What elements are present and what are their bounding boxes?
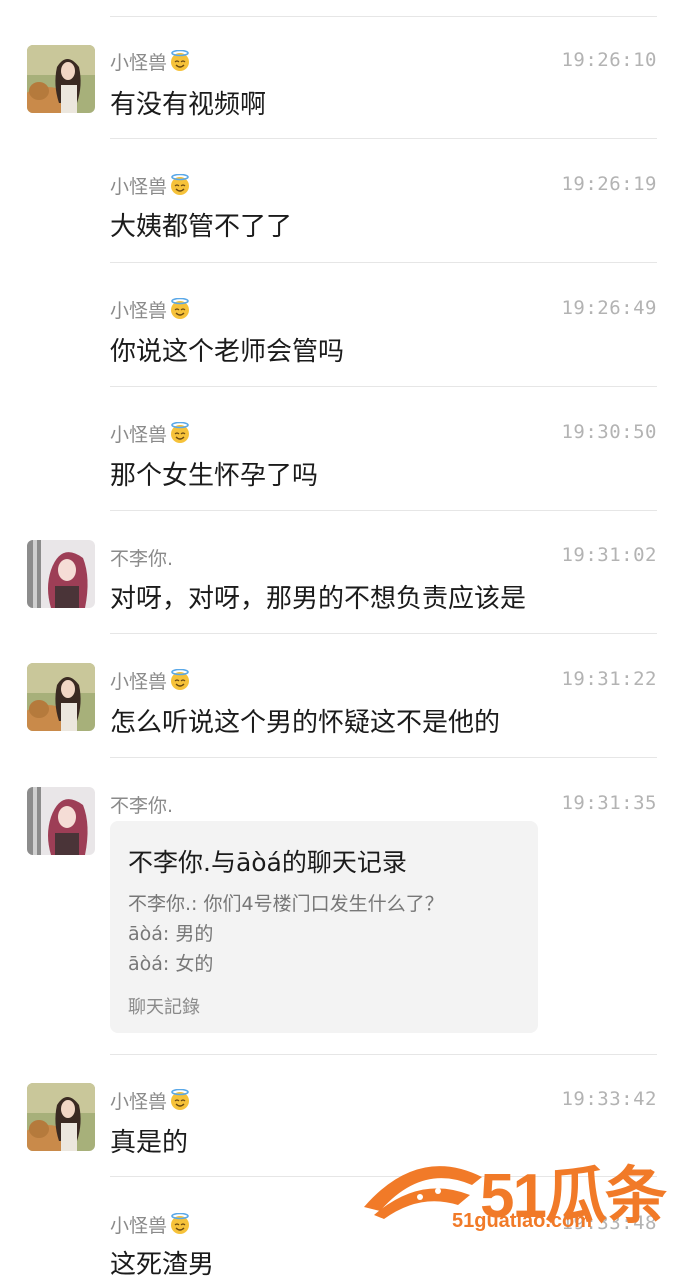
halo-smile-emoji-icon bbox=[170, 298, 190, 320]
divider bbox=[110, 757, 657, 758]
sender-name: 小怪兽 bbox=[110, 1087, 191, 1114]
divider bbox=[110, 510, 657, 511]
message-text[interactable]: 这死渣男 bbox=[110, 1244, 214, 1281]
message-time: 19:26:10 bbox=[561, 49, 657, 71]
card-preview-line: āòá: 女的 bbox=[128, 953, 214, 975]
card-preview-line: āòá: 男的 bbox=[128, 923, 214, 945]
avatar[interactable] bbox=[27, 540, 95, 608]
message-text[interactable]: 你说这个老师会管吗 bbox=[110, 331, 344, 368]
divider bbox=[110, 386, 657, 387]
message-time: 19:30:50 bbox=[561, 421, 657, 443]
message-time: 19:31:35 bbox=[561, 792, 657, 814]
forwarded-chat-record-card[interactable]: 不李你.与āòá的聊天记录 不李你.: 你们4号楼门口发生什么了？ āòá: 男… bbox=[110, 821, 538, 1033]
message-text[interactable]: 对呀，对呀，那男的不想负责应该是 bbox=[110, 578, 526, 615]
message-time: 19:26:19 bbox=[561, 173, 657, 195]
halo-smile-emoji-icon bbox=[170, 50, 190, 72]
halo-smile-emoji-icon bbox=[170, 1089, 190, 1111]
avatar[interactable] bbox=[27, 1083, 95, 1151]
avatar[interactable] bbox=[27, 663, 95, 731]
halo-smile-emoji-icon bbox=[170, 174, 190, 196]
divider bbox=[110, 1054, 657, 1055]
message-time: 19:31:02 bbox=[561, 544, 657, 566]
message-text[interactable]: 真是的 bbox=[110, 1122, 188, 1159]
message-text[interactable]: 大姨都管不了了 bbox=[110, 206, 292, 243]
sender-name: 小怪兽 bbox=[110, 48, 191, 75]
avatar[interactable] bbox=[27, 45, 95, 113]
message-time: 19:26:49 bbox=[561, 297, 657, 319]
message-text[interactable]: 怎么听说这个男的怀疑这不是他的 bbox=[110, 702, 500, 739]
halo-smile-emoji-icon bbox=[170, 422, 190, 444]
card-preview-line: 不李你.: 你们4号楼门口发生什么了？ bbox=[128, 893, 444, 915]
divider bbox=[110, 262, 657, 263]
card-title: 不李你.与āòá的聊天记录 bbox=[128, 848, 407, 877]
halo-smile-emoji-icon bbox=[170, 669, 190, 691]
card-footer: 聊天記錄 bbox=[128, 997, 200, 1018]
sender-name: 不李你. bbox=[110, 548, 174, 570]
sender-name: 小怪兽 bbox=[110, 172, 191, 199]
divider bbox=[110, 138, 657, 139]
watermark-url: 51guatiao.com bbox=[452, 1210, 593, 1232]
message-time: 19:33:42 bbox=[561, 1088, 657, 1110]
avatar[interactable] bbox=[27, 787, 95, 855]
message-text[interactable]: 那个女生怀孕了吗 bbox=[110, 455, 318, 492]
divider bbox=[110, 16, 657, 17]
sender-name: 小怪兽 bbox=[110, 420, 191, 447]
message-text[interactable]: 有没有视频啊 bbox=[110, 84, 266, 121]
sender-name: 小怪兽 bbox=[110, 667, 191, 694]
sender-name: 小怪兽 bbox=[110, 296, 191, 323]
halo-smile-emoji-icon bbox=[170, 1213, 190, 1235]
sender-name: 小怪兽 bbox=[110, 1211, 191, 1238]
message-time: 19:31:22 bbox=[561, 668, 657, 690]
divider bbox=[110, 633, 657, 634]
sender-name: 不李你. bbox=[110, 795, 174, 817]
